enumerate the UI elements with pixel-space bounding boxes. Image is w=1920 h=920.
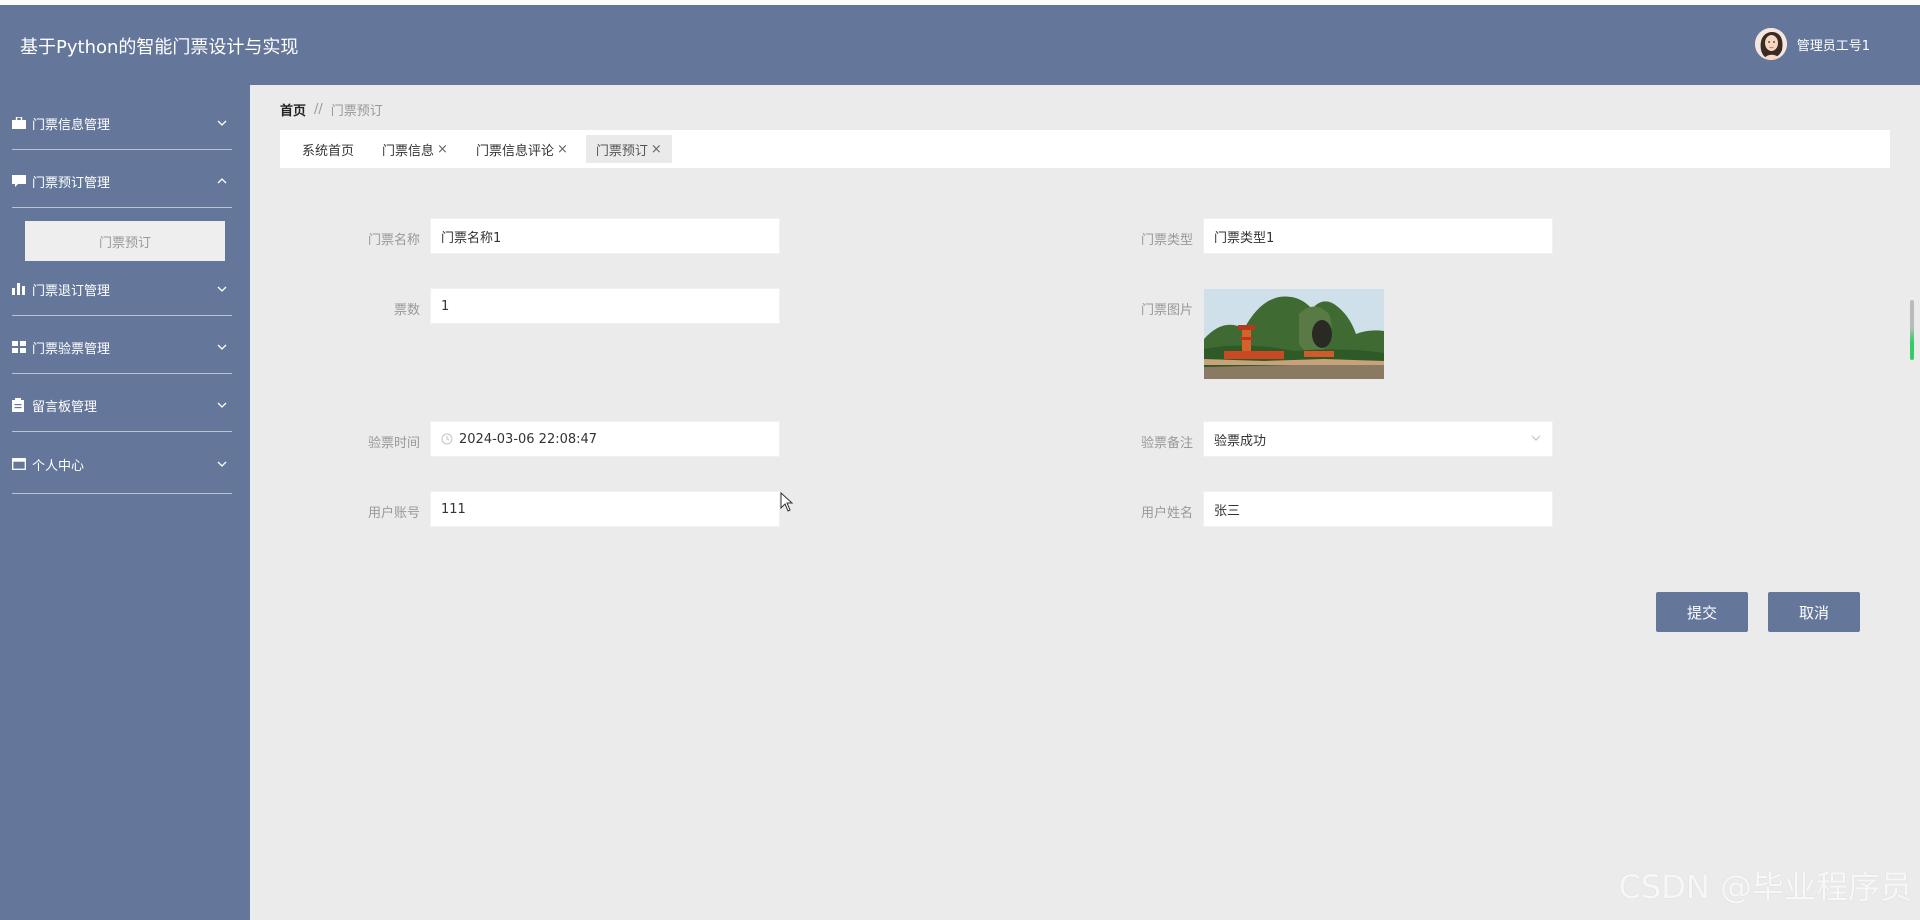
chevron-down-icon bbox=[212, 344, 232, 350]
bar-chart-icon bbox=[12, 283, 32, 295]
sidebar-item-ticket-refund[interactable]: 门票退订管理 bbox=[12, 267, 232, 311]
breadcrumb-separator: // bbox=[314, 102, 323, 117]
user-name-label: 用户姓名 bbox=[1140, 506, 1193, 521]
ticket-type-label: 门票类型 bbox=[1140, 233, 1193, 248]
sidebar-item-ticket-booking[interactable]: 门票预订管理 bbox=[12, 159, 232, 203]
app-title: 基于Python的智能门票设计与实现 bbox=[20, 37, 299, 58]
user-name-input[interactable]: 张三 bbox=[1203, 491, 1553, 527]
scenic-photo bbox=[1204, 289, 1384, 379]
menu-divider bbox=[12, 315, 232, 316]
check-note-label: 验票备注 bbox=[1140, 436, 1193, 451]
close-icon[interactable]: × bbox=[557, 142, 568, 157]
sidebar-item-personal-center[interactable]: 个人中心 bbox=[12, 442, 232, 486]
avatar[interactable] bbox=[1754, 28, 1787, 60]
user-name-value: 张三 bbox=[1214, 503, 1241, 519]
ticket-name-value: 门票名称1 bbox=[441, 230, 502, 246]
sidebar: 门票信息管理 门票预订管理 门票预订 门票退订管理 门票验票管理 留言板管理 个… bbox=[0, 85, 250, 920]
chevron-down-icon bbox=[1530, 432, 1542, 448]
ticket-image[interactable] bbox=[1204, 289, 1384, 379]
tab-label: 系统首页 bbox=[302, 143, 355, 159]
tab-ticket-info[interactable]: 门票信息 × bbox=[372, 135, 458, 163]
avatar-image bbox=[1754, 28, 1787, 60]
user-name[interactable]: 管理员工号1 bbox=[1797, 35, 1870, 54]
menu-divider bbox=[12, 373, 232, 374]
ticket-count-label: 票数 bbox=[393, 303, 420, 318]
sidebar-item-label: 门票预订管理 bbox=[32, 175, 111, 191]
submenu-item-ticket-booking[interactable]: 门票预订 bbox=[25, 221, 225, 261]
chevron-down-icon bbox=[212, 286, 232, 292]
user-account-value: 111 bbox=[441, 501, 466, 517]
check-time-label: 验票时间 bbox=[367, 436, 420, 451]
close-icon[interactable]: × bbox=[437, 142, 448, 157]
user-account-label: 用户账号 bbox=[367, 506, 420, 521]
sidebar-item-label: 门票信息管理 bbox=[32, 117, 111, 133]
tab-label: 门票信息评论 bbox=[475, 143, 554, 159]
check-note-value: 验票成功 bbox=[1214, 433, 1267, 449]
ticket-type-input[interactable]: 门票类型1 bbox=[1203, 218, 1553, 254]
ticket-name-input[interactable]: 门票名称1 bbox=[430, 218, 780, 254]
ticket-type-value: 门票类型1 bbox=[1214, 230, 1275, 246]
breadcrumb-home[interactable]: 首页 bbox=[280, 100, 306, 119]
close-icon[interactable]: × bbox=[651, 142, 662, 157]
chevron-down-icon bbox=[212, 120, 232, 126]
breadcrumb: 首页 // 门票预订 bbox=[280, 100, 383, 119]
menu-divider bbox=[12, 493, 232, 494]
sidebar-item-label: 个人中心 bbox=[32, 458, 85, 474]
breadcrumb-current: 门票预订 bbox=[330, 104, 383, 119]
top-bar: 基于Python的智能门票设计与实现 管理员工号1 bbox=[0, 5, 1920, 85]
check-note-select[interactable]: 验票成功 bbox=[1203, 421, 1553, 457]
menu-divider bbox=[12, 207, 232, 208]
ticket-name-label: 门票名称 bbox=[367, 233, 420, 248]
scrollbar[interactable] bbox=[1910, 300, 1914, 360]
chevron-up-icon bbox=[212, 178, 232, 184]
grid-icon bbox=[12, 341, 32, 353]
tab-ticket-info-comments[interactable]: 门票信息评论 × bbox=[466, 135, 578, 163]
sidebar-item-ticket-info[interactable]: 门票信息管理 bbox=[12, 101, 232, 145]
tab-label: 门票信息 bbox=[382, 143, 435, 159]
tab-ticket-booking[interactable]: 门票预订 × bbox=[585, 135, 672, 163]
main-content: 首页 // 门票预订 系统首页 门票信息 × 门票信息评论 × 门票预订 × 门… bbox=[250, 85, 1920, 920]
ticket-image-label: 门票图片 bbox=[1140, 303, 1193, 318]
sidebar-item-label: 门票验票管理 bbox=[32, 341, 111, 357]
menu-divider bbox=[12, 431, 232, 432]
window-icon bbox=[12, 458, 32, 470]
user-account-input[interactable]: 111 bbox=[430, 491, 780, 527]
chevron-down-icon bbox=[212, 402, 232, 408]
sidebar-item-ticket-check[interactable]: 门票验票管理 bbox=[12, 325, 232, 369]
mouse-cursor-icon bbox=[780, 491, 794, 516]
cancel-button[interactable]: 取消 bbox=[1768, 592, 1860, 632]
tab-label: 门票预订 bbox=[595, 143, 648, 159]
check-time-input[interactable]: 2024-03-06 22:08:47 bbox=[430, 421, 780, 457]
menu-divider bbox=[12, 149, 232, 150]
check-time-value: 2024-03-06 22:08:47 bbox=[459, 431, 598, 447]
sidebar-item-label: 留言板管理 bbox=[32, 399, 98, 415]
watermark-text: CSDN @毕业程序员 bbox=[1618, 868, 1912, 906]
sidebar-item-label: 门票退订管理 bbox=[32, 283, 111, 299]
chevron-down-icon bbox=[212, 461, 232, 467]
submit-button[interactable]: 提交 bbox=[1656, 592, 1748, 632]
ticket-count-input[interactable]: 1 bbox=[430, 288, 780, 324]
tab-system-home[interactable]: 系统首页 bbox=[292, 135, 364, 163]
comment-icon bbox=[12, 175, 32, 187]
clipboard-icon bbox=[12, 398, 32, 412]
user-menu[interactable]: 管理员工号1 bbox=[1754, 28, 1870, 60]
tab-bar: 系统首页 门票信息 × 门票信息评论 × 门票预订 × bbox=[280, 130, 1890, 168]
briefcase-icon bbox=[12, 117, 32, 129]
sidebar-item-message-board[interactable]: 留言板管理 bbox=[12, 383, 232, 427]
ticket-count-value: 1 bbox=[441, 298, 450, 314]
clock-icon bbox=[441, 433, 453, 445]
